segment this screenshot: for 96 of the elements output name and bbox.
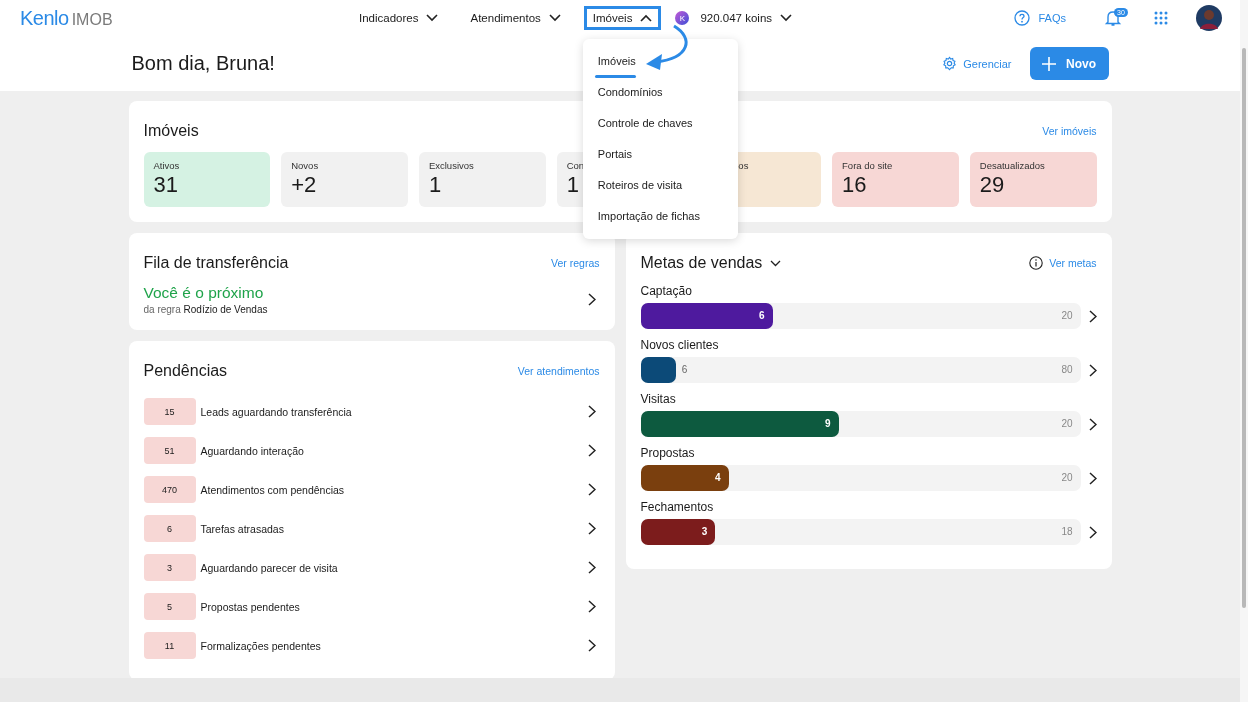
menu-item[interactable]: Controle de chaves [582, 108, 738, 139]
chevron-right-icon[interactable] [587, 561, 596, 574]
stat-label: Desatualizados [979, 160, 1045, 171]
chevron-icon [640, 14, 653, 22]
avatar[interactable] [1196, 5, 1222, 31]
nav-menu[interactable]: Imóveis [583, 6, 662, 30]
stat-value: +2 [291, 172, 317, 198]
chevron-right-icon[interactable] [587, 483, 596, 496]
kenlo-logo[interactable]: Kenlo [20, 6, 69, 30]
stat-tile[interactable]: Novos +2 [281, 152, 408, 207]
goal-name: Novos clientes [640, 338, 720, 352]
pending-label: Aguardando parecer de visita [200, 561, 339, 574]
card-title: Fila de transferência [143, 254, 289, 272]
koin-icon: K [675, 11, 690, 25]
count-badge: 15 [143, 398, 196, 425]
pending-label: Tarefas atrasadas [200, 522, 285, 535]
goal-name: Fechamentos [640, 500, 715, 514]
chevron-icon [426, 14, 439, 22]
goal-target: 20 [1061, 472, 1073, 483]
see-properties-link[interactable]: Ver imóveis [1042, 125, 1097, 137]
count-badge: 11 [143, 632, 196, 659]
chevron-right-icon[interactable] [587, 639, 596, 652]
goal-target: 20 [1061, 418, 1073, 429]
see-goals-link[interactable]: Ver metas [1049, 257, 1097, 269]
stat-label: Novos [291, 160, 319, 171]
goal-value: 6 [758, 310, 765, 321]
stat-tile[interactable]: Fora do site 16 [832, 152, 959, 207]
card-title: Imóveis [143, 122, 199, 140]
stat-tile[interactable]: Exclusivos 1 [418, 152, 546, 207]
manage-button[interactable]: Gerenciar [936, 55, 1018, 72]
card-title: Metas de vendas [640, 254, 782, 272]
stat-tile[interactable]: Ativos 31 [143, 152, 271, 207]
stat-value: 1 [428, 172, 442, 198]
count-badge: 470 [143, 476, 196, 503]
goal-target: 80 [1061, 364, 1073, 375]
stat-label: Ativos [153, 160, 180, 171]
see-attendances-link[interactable]: Ver atendimentos [517, 365, 600, 377]
goal-target: 20 [1061, 310, 1073, 321]
goal-name: Captação [640, 284, 693, 298]
nav-menu[interactable]: Indicadores [350, 6, 448, 30]
chevron-right-icon[interactable] [1088, 417, 1097, 431]
chevron-down-icon[interactable] [770, 259, 782, 267]
pending-label: Formalizações pendentes [200, 639, 322, 652]
chevron-right-icon[interactable] [587, 293, 596, 306]
stat-value: 29 [979, 172, 1005, 198]
queue-rule: da regra Rodízio de Vendas [143, 304, 268, 315]
scrollbar[interactable] [1240, 0, 1248, 702]
goal-name: Propostas [640, 446, 696, 460]
chevron-right-icon[interactable] [1088, 471, 1097, 485]
pending-label: Aguardando interação [200, 444, 305, 457]
count-badge: 3 [143, 554, 196, 581]
queue-status: Você é o próximo [143, 284, 265, 302]
chevron-right-icon[interactable] [1088, 309, 1097, 323]
stat-label: Con [566, 160, 585, 171]
chevron-right-icon[interactable] [587, 522, 596, 535]
goal-value: 9 [824, 418, 831, 429]
see-rules-link[interactable]: Ver regras [551, 257, 600, 269]
info-icon[interactable] [1029, 256, 1044, 270]
chevron-right-icon[interactable] [587, 405, 596, 418]
settings-icon [942, 56, 958, 71]
koins-menu[interactable]: 920.047 koins [691, 6, 802, 30]
card-title: Pendências [143, 362, 228, 380]
chevron-icon [780, 14, 793, 22]
product-name: IMOB [71, 10, 113, 29]
plus-icon [1042, 56, 1056, 71]
new-button[interactable]: Novo [1029, 47, 1109, 80]
stat-label: Exclusivos [428, 160, 474, 171]
menu-item[interactable]: Imóveis [582, 46, 738, 77]
stat-tile[interactable]: Desatualizados 29 [969, 152, 1097, 207]
greeting: Bom dia, Bruna! [131, 52, 275, 75]
pending-label: Atendimentos com pendências [200, 483, 346, 496]
stat-value: 31 [153, 172, 178, 198]
count-badge: 51 [143, 437, 196, 464]
goal-target: 18 [1061, 526, 1073, 537]
chevron-right-icon[interactable] [587, 444, 596, 457]
count-badge: 5 [143, 593, 196, 620]
nav-menu[interactable]: Atendimentos [461, 6, 570, 30]
stat-label: os [738, 160, 749, 171]
chevron-right-icon[interactable] [1088, 363, 1097, 377]
goal-value: 4 [714, 472, 721, 483]
chevron-right-icon[interactable] [587, 600, 596, 613]
goal-value: 3 [701, 526, 708, 537]
menu-item[interactable]: Condomínios [582, 77, 738, 108]
pending-label: Propostas pendentes [200, 600, 301, 613]
chevron-icon [548, 14, 561, 22]
chevron-right-icon[interactable] [1088, 525, 1097, 539]
stat-value: 1 [566, 172, 579, 198]
stat-label: Fora do site [842, 160, 893, 171]
goal-value: 6 [681, 364, 688, 375]
pending-label: Leads aguardando transferência [200, 405, 353, 418]
apps-grid-icon[interactable] [1154, 11, 1168, 25]
count-badge: 6 [143, 515, 196, 542]
faq-link[interactable]: FAQs [1008, 9, 1072, 27]
help-icon [1014, 10, 1031, 26]
goal-name: Visitas [640, 392, 677, 406]
stat-value: 16 [842, 172, 867, 198]
